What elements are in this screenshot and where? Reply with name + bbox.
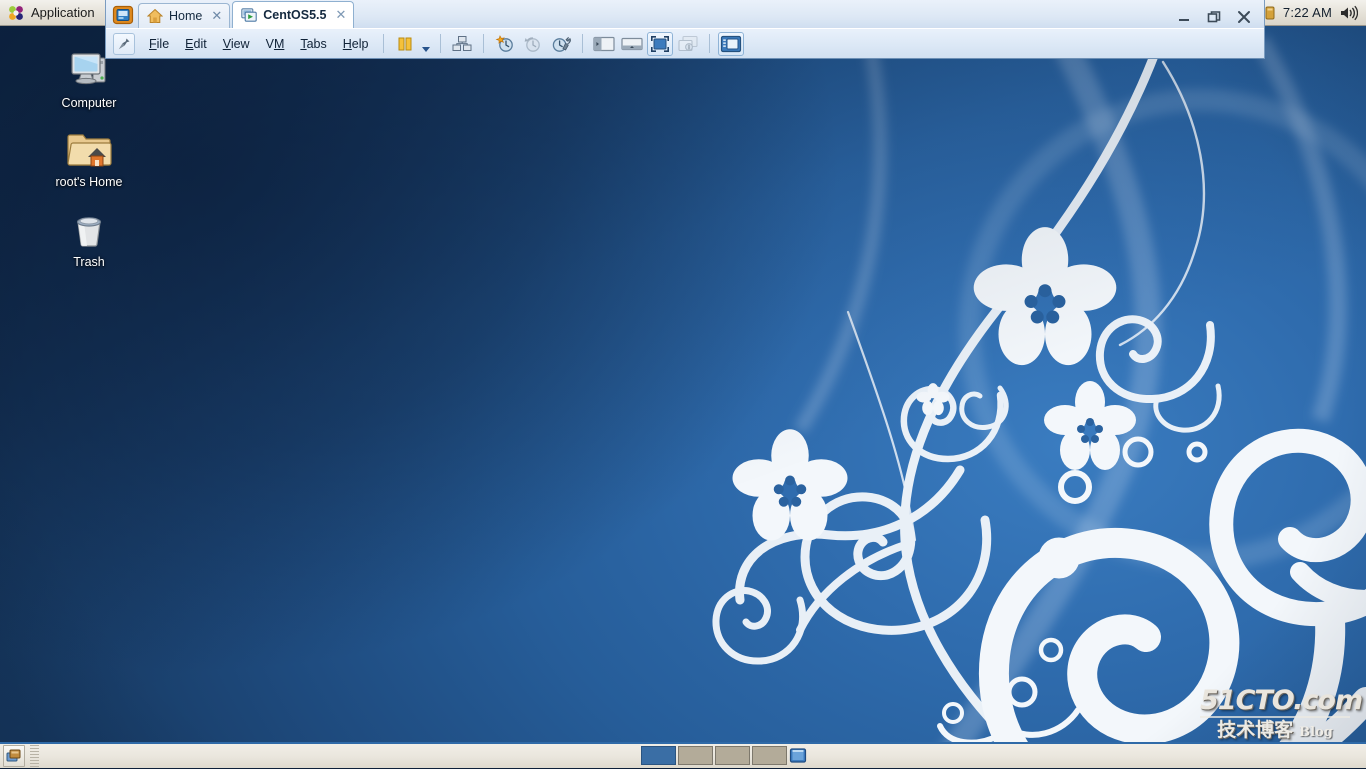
toolbar-separator	[582, 34, 584, 53]
window-controls[interactable]	[1176, 10, 1264, 28]
console-view-icon	[720, 35, 742, 53]
manage-snapshots-button[interactable]	[548, 32, 574, 56]
workspace-1[interactable]	[641, 746, 676, 765]
menu-vm[interactable]: VM	[258, 34, 293, 54]
desktop-icon-trash[interactable]: Trash	[34, 203, 144, 269]
trash-icon	[65, 203, 113, 251]
home-tab-icon	[146, 8, 164, 24]
unity-button[interactable]	[675, 32, 701, 56]
gnome-desktop[interactable]: Computer root's Home Trash 51CTO.com 技术博…	[0, 0, 1366, 768]
toolbar-separator	[440, 34, 442, 53]
show-thumbnails-button[interactable]	[619, 32, 645, 56]
fullscreen-icon	[650, 35, 670, 53]
menu-view[interactable]: View	[215, 34, 258, 54]
revert-snapshot-button[interactable]	[520, 32, 546, 56]
tab-label: CentOS5.5	[263, 8, 327, 22]
desktop-icon-label: Computer	[61, 96, 117, 110]
watermark-rule	[1200, 716, 1350, 718]
toolbar-separator	[483, 34, 485, 53]
panel-grip-icon[interactable]	[30, 745, 39, 767]
applications-menu-label: Application	[31, 5, 95, 20]
pause-icon	[396, 36, 414, 52]
unity-icon	[677, 35, 699, 53]
vmware-menu-toolbar[interactable]: File Edit View VM Tabs Help	[106, 28, 1264, 58]
watermark-main-text: 51CTO.com	[1200, 685, 1363, 716]
show-library-button[interactable]	[591, 32, 617, 56]
desktop-icon-label: Trash	[73, 255, 105, 269]
show-desktop-button[interactable]	[3, 745, 25, 767]
menu-file[interactable]: File	[141, 34, 177, 54]
desktop-icon-label: root's Home	[55, 175, 123, 189]
tab-close-icon[interactable]: ✕	[211, 10, 222, 23]
watermark-chinese-text: 技术博客	[1217, 720, 1294, 741]
power-dropdown-button[interactable]	[419, 40, 433, 52]
tab-centos55[interactable]: CentOS5.5 ✕	[232, 1, 355, 28]
console-view-button[interactable]	[718, 31, 745, 56]
vmware-tab-strip[interactable]: Home ✕ CentOS5.5 ✕	[106, 0, 1264, 28]
workspace-4[interactable]	[752, 746, 787, 765]
show-library-icon	[593, 36, 616, 52]
toolbar-separator	[383, 34, 385, 53]
menu-tabs[interactable]: Tabs	[292, 34, 334, 54]
take-snapshot-icon	[495, 34, 515, 53]
show-thumbnail-bar-icon	[621, 36, 644, 52]
clock-label[interactable]: 7:22 AM	[1283, 5, 1332, 20]
speaker-icon[interactable]	[1340, 5, 1359, 21]
tab-label: Home	[169, 9, 203, 23]
wallpaper-vignette	[0, 0, 1366, 768]
snapshot-manager-button[interactable]	[449, 32, 475, 56]
vmware-workstation-icon	[112, 4, 134, 26]
toolbar-separator	[709, 34, 711, 53]
home-folder-icon	[65, 123, 113, 171]
gnome-bottom-panel[interactable]	[0, 742, 1366, 768]
watermark: 51CTO.com 技术博客 Blog	[1200, 685, 1363, 741]
revert-snapshot-icon	[523, 35, 543, 53]
vm-tab-icon	[241, 7, 257, 23]
restore-button[interactable]	[1206, 10, 1222, 24]
workspace-2[interactable]	[678, 746, 713, 765]
show-desktop-icon	[6, 748, 22, 764]
pin-icon	[117, 37, 131, 51]
desktop-icon-home[interactable]: root's Home	[34, 123, 144, 189]
fullscreen-button[interactable]	[647, 31, 674, 56]
menu-edit[interactable]: Edit	[177, 34, 215, 54]
centos-logo-icon	[7, 4, 25, 22]
tab-close-icon[interactable]: ✕	[335, 9, 346, 22]
watermark-blog-text: Blog	[1299, 725, 1333, 740]
pin-button[interactable]	[113, 32, 135, 55]
suspend-button[interactable]	[392, 32, 418, 56]
take-snapshot-button[interactable]	[492, 32, 518, 56]
vmware-workstation-window[interactable]: Home ✕ CentOS5.5 ✕ File Edit View VM Tab…	[105, 0, 1265, 59]
minimize-button[interactable]	[1176, 10, 1192, 24]
tab-home[interactable]: Home ✕	[138, 3, 231, 28]
applications-menu[interactable]: Application	[2, 1, 102, 25]
top-panel-tray[interactable]: 7:22 AM	[1265, 1, 1366, 25]
chevron-down-icon	[421, 40, 431, 52]
workspace-switcher[interactable]	[641, 746, 787, 765]
snapshot-manager-icon	[452, 35, 472, 53]
trash-applet-icon[interactable]	[789, 747, 807, 764]
close-button[interactable]	[1236, 10, 1252, 24]
snapshot-settings-icon	[551, 35, 572, 53]
removable-media-icon[interactable]	[1265, 5, 1275, 21]
workspace-3[interactable]	[715, 746, 750, 765]
menu-help[interactable]: Help	[335, 34, 377, 54]
